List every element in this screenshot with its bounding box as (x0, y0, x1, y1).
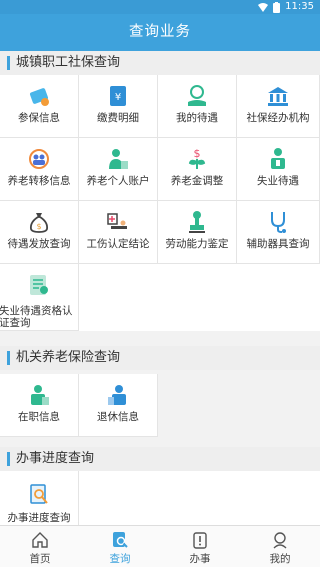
grid-item-payment-details[interactable]: ¥ 缴费明细 (79, 75, 158, 138)
tab-mine[interactable]: 我的 (240, 526, 320, 567)
stethoscope-icon (271, 212, 286, 233)
certificate-icon (30, 275, 48, 295)
content-area: 城镇职工社保查询 参保信息 ¥ 缴费明细 我的待遇 社保经办机构 养老转移信息 … (0, 51, 320, 525)
status-bar: 11:35 (0, 0, 320, 14)
unemployed-person-icon (271, 148, 285, 169)
grid-item-insured-info[interactable]: 参保信息 (0, 75, 79, 138)
progress-search-icon (30, 484, 48, 504)
section-header-progress: 办事进度查询 (0, 447, 320, 471)
section-accent-bar (7, 56, 10, 70)
grid-item-labor-appraisal[interactable]: 劳动能力鉴定 (158, 201, 237, 264)
urban-grid: 参保信息 ¥ 缴费明细 我的待遇 社保经办机构 养老转移信息 养老个人账户 $ … (0, 75, 320, 331)
transfer-people-icon (29, 149, 49, 169)
grid-item-injury-conclusion[interactable]: 工伤认定结论 (79, 201, 158, 264)
tab-home[interactable]: 首页 (0, 526, 80, 567)
clipboard-icon (193, 532, 207, 549)
grid-item-retired-info[interactable]: 退休信息 (79, 374, 158, 437)
bottom-tab-bar: 首页 查询 办事 我的 (0, 525, 320, 567)
gov-grid: 在职信息 退休信息 (0, 374, 320, 438)
injury-bed-icon (107, 213, 127, 229)
section-header-urban: 城镇职工社保查询 (0, 51, 320, 75)
stamp-icon (189, 211, 205, 233)
grid-item-progress-query[interactable]: 办事进度查询 (0, 471, 79, 525)
grid-item-pension-transfer[interactable]: 养老转移信息 (0, 138, 79, 201)
grid-item-agency[interactable]: 社保经办机构 (237, 75, 320, 138)
tab-affairs[interactable]: 办事 (160, 526, 240, 567)
grid-item-assistive-devices[interactable]: 辅助器具查询 (237, 201, 320, 264)
home-icon (32, 532, 48, 548)
payment-document-icon: ¥ (110, 86, 126, 106)
retired-person-icon (108, 385, 126, 405)
grid-item-employed-info[interactable]: 在职信息 (0, 374, 79, 437)
grid-item-pension-account[interactable]: 养老个人账户 (79, 138, 158, 201)
bank-icon (268, 87, 288, 106)
tab-query[interactable]: 查询 (80, 526, 160, 567)
employed-person-icon (31, 385, 49, 405)
status-time: 11:35 (285, 1, 314, 12)
id-card-icon (29, 88, 49, 106)
battery-icon (273, 1, 281, 13)
personal-account-icon (109, 149, 128, 169)
money-bag-icon: $ (29, 213, 49, 233)
section-title: 办事进度查询 (16, 451, 95, 466)
svg-text:¥: ¥ (115, 92, 121, 103)
section-accent-bar (7, 452, 10, 466)
section-title: 机关养老保险查询 (16, 350, 121, 365)
page-title: 查询业务 (0, 14, 320, 51)
svg-text:$: $ (36, 222, 41, 231)
grid-item-pension-adjust[interactable]: $ 养老金调整 (158, 138, 237, 201)
svg-text:$: $ (194, 147, 201, 160)
grid-item-benefit-payment[interactable]: $ 待遇发放查询 (0, 201, 79, 264)
grid-item-unemployment-cert[interactable]: 失业待遇资格认证查询 (0, 264, 79, 331)
hand-coin-icon (188, 85, 206, 106)
section-title: 城镇职工社保查询 (16, 55, 121, 70)
section-accent-bar (7, 351, 10, 365)
wifi-icon (258, 2, 269, 12)
search-icon (113, 532, 128, 548)
grid-item-my-benefits[interactable]: 我的待遇 (158, 75, 237, 138)
grid-item-unemployment-benefit[interactable]: 失业待遇 (237, 138, 320, 201)
progress-grid: 办事进度查询 (0, 471, 320, 525)
money-plant-icon: $ (188, 147, 206, 169)
section-header-gov: 机关养老保险查询 (0, 346, 320, 370)
user-icon (273, 532, 287, 549)
